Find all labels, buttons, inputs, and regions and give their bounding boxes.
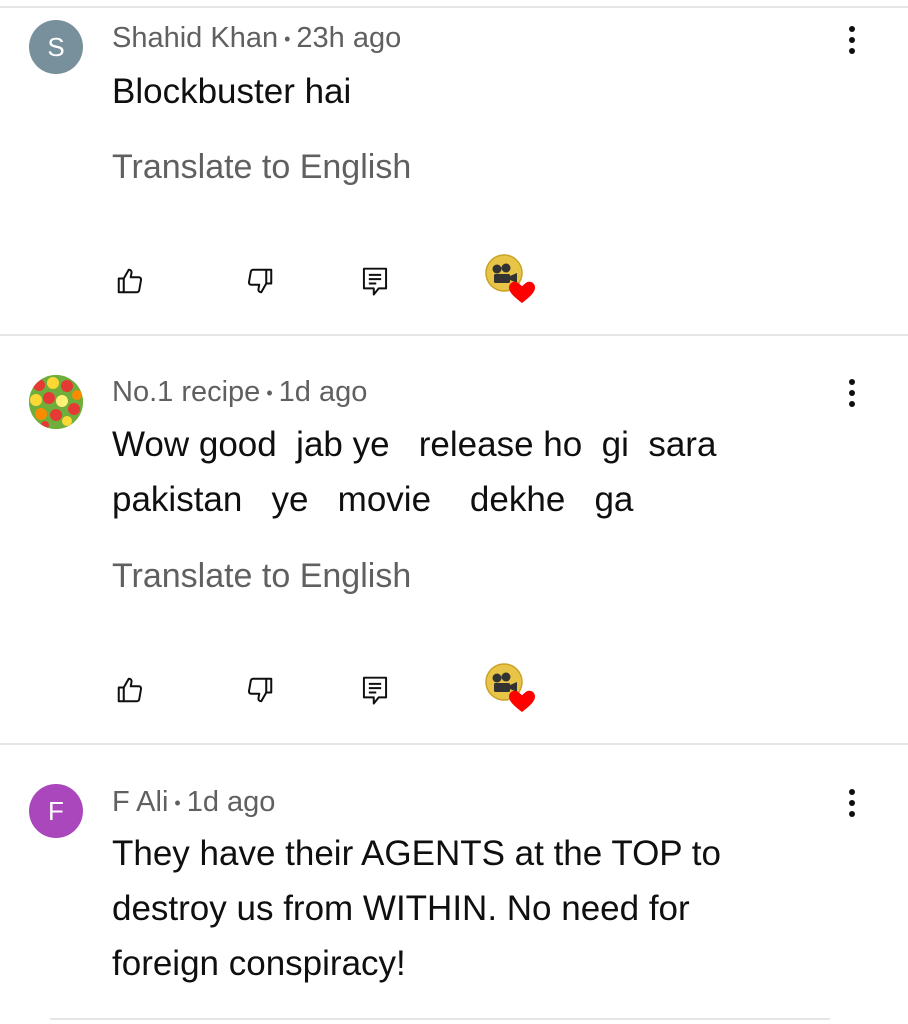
more-options-button[interactable] [836, 20, 868, 60]
avatar-letter: S [47, 31, 65, 62]
comment-text: They have their AGENTS at the TOP to des… [112, 834, 721, 983]
translate-link[interactable]: Translate to English [112, 557, 411, 596]
comment-time: 1d ago [186, 786, 276, 818]
divider [0, 6, 908, 8]
avatar[interactable]: S [29, 20, 83, 74]
dislike-button[interactable] [238, 668, 282, 712]
reply-button[interactable] [353, 668, 397, 712]
thumbs-up-icon [117, 268, 143, 294]
author-name[interactable]: F Ali [112, 786, 168, 818]
thumbs-up-icon [117, 677, 143, 703]
dislike-button[interactable] [238, 259, 282, 303]
comment-meta: Shahid Khan • 23h ago [112, 22, 401, 55]
author-name[interactable]: No.1 recipe [112, 376, 260, 408]
thumbs-down-icon [247, 677, 273, 703]
more-vert-icon [849, 789, 855, 817]
like-button[interactable] [108, 668, 152, 712]
divider [0, 743, 908, 745]
avatar[interactable] [29, 375, 83, 429]
tulips-avatar-image [29, 375, 83, 429]
comment-time: 23h ago [296, 22, 402, 54]
author-name[interactable]: Shahid Khan [112, 22, 278, 54]
more-options-button[interactable] [836, 783, 868, 823]
comment-actions [0, 663, 908, 716]
more-vert-icon [849, 26, 855, 54]
like-button[interactable] [108, 259, 152, 303]
meta-separator: • [266, 382, 273, 403]
creator-heart-icon [485, 254, 535, 303]
more-vert-icon [849, 379, 855, 407]
comment-meta: No.1 recipe • 1d ago [112, 376, 367, 409]
divider [0, 334, 908, 336]
reply-button[interactable] [353, 259, 397, 303]
avatar-letter: F [48, 795, 64, 826]
reply-icon [362, 676, 388, 705]
meta-separator: • [174, 792, 181, 813]
avatar[interactable]: F [29, 784, 83, 838]
comment-text: Blockbuster hai [112, 72, 352, 111]
comment-actions [0, 254, 908, 307]
meta-separator: • [284, 28, 291, 49]
translate-link[interactable]: Translate to English [112, 148, 411, 187]
comments-page: S Shahid Khan • 23h ago Blockbuster hai Tr… [0, 0, 908, 1024]
creator-heart-icon [485, 663, 535, 712]
comment-meta: F Ali • 1d ago [112, 786, 275, 819]
comment-text: Wow good jab ye release ho gi sara pakis… [112, 425, 717, 519]
thumbs-down-icon [247, 268, 273, 294]
divider [50, 1018, 830, 1020]
comment-time: 1d ago [278, 376, 368, 408]
more-options-button[interactable] [836, 373, 868, 413]
reply-icon [362, 267, 388, 296]
